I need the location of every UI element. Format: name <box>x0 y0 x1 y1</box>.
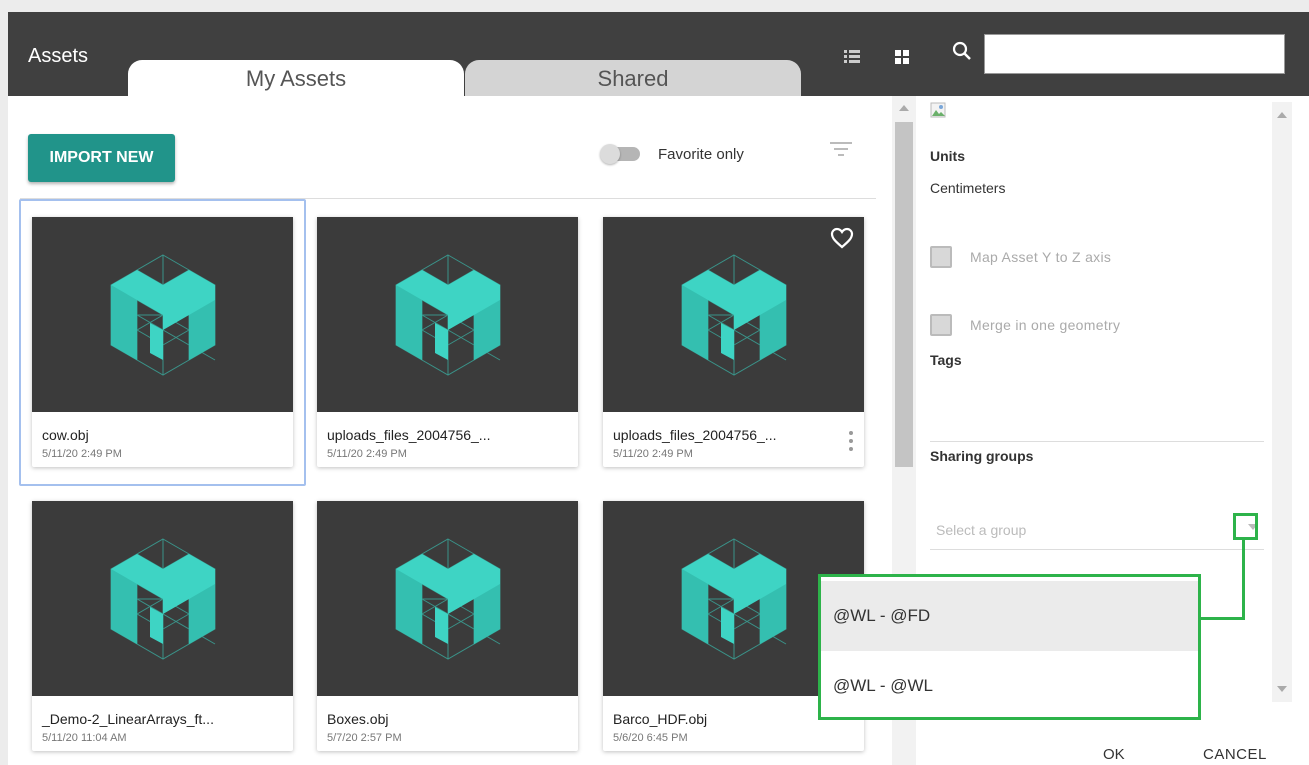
asset-browser: IMPORT NEW Favorite only cow.obj 5/11/20… <box>8 96 888 765</box>
sharing-groups-label: Sharing groups <box>930 448 1034 464</box>
search-input[interactable] <box>984 34 1285 74</box>
group-select[interactable]: Select a group <box>930 512 1264 550</box>
asset-card[interactable]: _Demo-2_LinearArrays_ft... 5/11/20 11:04… <box>32 501 293 751</box>
asset-thumbnail <box>603 217 864 412</box>
ok-button[interactable]: OK <box>1103 746 1125 763</box>
group-select-placeholder: Select a group <box>936 522 1027 538</box>
scroll-up-icon[interactable] <box>899 105 909 111</box>
checkbox-box[interactable] <box>930 314 952 336</box>
details-scrollbar[interactable] <box>1272 102 1292 702</box>
asset-thumbnail <box>317 501 578 696</box>
asset-date: 5/11/20 2:49 PM <box>613 448 693 460</box>
favorite-toggle[interactable] <box>600 144 640 164</box>
more-options-icon[interactable] <box>848 429 854 455</box>
toggle-knob <box>600 144 620 164</box>
asset-thumbnail <box>317 217 578 412</box>
asset-thumbnail <box>32 217 293 412</box>
asset-date: 5/11/20 11:04 AM <box>42 732 127 744</box>
list-icon[interactable] <box>844 50 864 70</box>
units-label: Units <box>930 148 965 164</box>
asset-logo-icon <box>681 254 786 375</box>
asset-name: cow.obj <box>42 427 89 443</box>
grid-icon[interactable] <box>895 50 915 70</box>
scroll-up-icon[interactable] <box>1277 112 1287 118</box>
asset-card[interactable]: uploads_files_2004756_... 5/11/20 2:49 P… <box>317 217 578 467</box>
tab-my-assets[interactable]: My Assets <box>128 60 464 98</box>
asset-name: Barco_HDF.obj <box>613 711 708 727</box>
units-value: Centimeters <box>930 180 1006 196</box>
highlight-connector <box>1242 540 1245 620</box>
asset-name: _Demo-2_LinearArrays_ft... <box>42 711 214 727</box>
asset-card[interactable]: uploads_files_2004756_... 5/11/20 2:49 P… <box>603 217 864 467</box>
asset-logo-icon <box>110 538 215 659</box>
asset-date: 5/11/20 2:49 PM <box>42 448 122 460</box>
filter-icon[interactable] <box>830 142 852 162</box>
group-option[interactable]: @WL - @WL <box>821 651 1198 721</box>
asset-date: 5/7/20 2:57 PM <box>327 732 402 744</box>
group-option[interactable]: @WL - @FD <box>821 581 1198 651</box>
tags-underline <box>930 441 1264 442</box>
group-dropdown-menu: @WL - @FD @WL - @WL <box>818 574 1201 720</box>
cancel-button[interactable]: CANCEL <box>1203 746 1267 763</box>
tags-label: Tags <box>930 352 962 368</box>
highlight-connector <box>1198 617 1245 620</box>
asset-logo-icon <box>681 538 786 659</box>
favorite-only-label: Favorite only <box>658 146 744 163</box>
search-icon[interactable] <box>952 41 972 61</box>
asset-card[interactable]: Boxes.obj 5/7/20 2:57 PM <box>317 501 578 751</box>
asset-date: 5/6/20 6:45 PM <box>613 732 688 744</box>
merge-geometry-checkbox[interactable]: Merge in one geometry <box>930 314 1120 336</box>
asset-thumbnail <box>32 501 293 696</box>
dropdown-highlight-box <box>1233 513 1258 540</box>
app-title: Assets <box>28 45 89 67</box>
map-axis-checkbox[interactable]: Map Asset Y to Z axis <box>930 246 1111 268</box>
asset-date: 5/11/20 2:49 PM <box>327 448 407 460</box>
map-axis-label: Map Asset Y to Z axis <box>970 249 1112 265</box>
asset-card[interactable]: cow.obj 5/11/20 2:49 PM <box>32 217 293 467</box>
asset-logo-icon <box>395 254 500 375</box>
image-placeholder-icon <box>930 102 948 120</box>
heart-icon[interactable] <box>830 227 854 249</box>
asset-name: uploads_files_2004756_... <box>327 427 491 443</box>
checkbox-box[interactable] <box>930 246 952 268</box>
scrollbar-thumb[interactable] <box>895 122 913 467</box>
asset-logo-icon <box>395 538 500 659</box>
tab-shared[interactable]: Shared <box>465 60 801 98</box>
asset-name: uploads_files_2004756_... <box>613 427 777 443</box>
scroll-down-icon[interactable] <box>1277 686 1287 692</box>
asset-logo-icon <box>110 254 215 375</box>
header-bar: Assets My Assets Shared <box>8 12 1309 98</box>
asset-name: Boxes.obj <box>327 711 389 727</box>
merge-geometry-label: Merge in one geometry <box>970 317 1121 333</box>
import-new-button[interactable]: IMPORT NEW <box>28 134 175 182</box>
